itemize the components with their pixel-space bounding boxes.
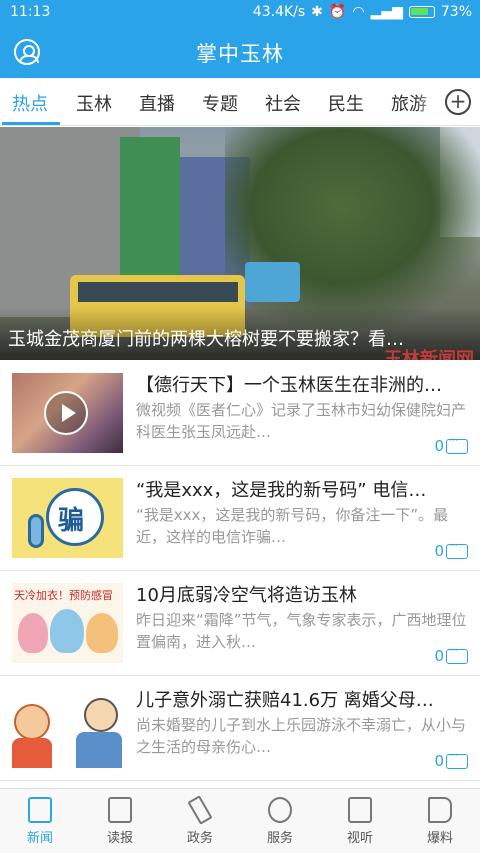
battery-level: 73%: [440, 4, 472, 20]
thumb-label: 天冷加衣！预防感冒: [14, 589, 113, 602]
hero-banner[interactable]: 玉城金茂商厦门前的两棵大榕树要不要搬家？看… 玉林新闻网: [0, 127, 480, 360]
book-icon: [108, 797, 132, 823]
play-icon[interactable]: [44, 391, 88, 435]
comment-icon: [446, 538, 468, 559]
video-camera-icon: [348, 797, 372, 823]
news-icon: [28, 797, 52, 823]
active-tab-indicator: [2, 122, 60, 125]
nav-news-label: 新闻: [26, 831, 53, 846]
alarm-icon: ⏰: [328, 4, 347, 20]
news-thumbnail: [12, 373, 123, 453]
news-thumbnail: 骗: [12, 478, 123, 558]
nav-newspaper-label: 读报: [106, 831, 133, 846]
add-tab-icon[interactable]: +: [445, 89, 471, 115]
tab-society[interactable]: 社会: [265, 90, 301, 116]
comment-count-value: 0: [434, 752, 444, 770]
nav-newspaper[interactable]: 读报: [90, 797, 150, 846]
news-summary: “我是xxx，这是我的新号码，你备注一下”。最近，这样的电信诈骗…: [136, 506, 449, 546]
news-thumbnail: 天冷加衣！预防感冒: [12, 583, 123, 663]
comment-count-value: 0: [434, 437, 444, 455]
news-title: 10月底弱冷空气将造访玉林: [136, 585, 357, 606]
comment-count[interactable]: 0: [434, 748, 468, 770]
category-tabs: 热点 玉林 直播 专题 社会 民生 旅游 +: [0, 78, 480, 126]
news-summary: 微视频《医者仁心》记录了玉林市妇幼保健院妇产科医生张玉凤远赴…: [136, 401, 467, 441]
signal-icon: ▂▄▆: [370, 4, 403, 20]
comment-icon: [446, 748, 468, 769]
comment-count[interactable]: 0: [434, 433, 468, 455]
app-bar: 掌中玉林: [0, 26, 480, 78]
grid-icon: [268, 797, 292, 823]
app-title: 掌中玉林: [196, 42, 284, 66]
status-time: 11:13: [10, 4, 51, 20]
status-indicators: 43.4K/s ✱ ⏰ ◠ ▂▄▆ 73%: [253, 4, 472, 20]
battery-icon: [408, 6, 435, 18]
news-title: “我是xxx，这是我的新号码” 电信…: [136, 480, 427, 501]
news-title: 儿子意外溺亡获赔41.6万 离婚父母…: [136, 690, 434, 711]
tab-yulin[interactable]: 玉林: [76, 90, 112, 116]
nav-services-label: 服务: [266, 831, 293, 846]
news-thumbnail: [12, 688, 123, 768]
nav-media[interactable]: 视听: [330, 797, 390, 846]
nav-report-label: 爆料: [426, 831, 453, 846]
comment-count-value: 0: [434, 647, 444, 665]
nav-report[interactable]: 爆料: [410, 797, 470, 846]
nav-government-label: 政务: [186, 831, 213, 846]
comment-icon: [446, 433, 468, 454]
news-item[interactable]: 【德行天下】一个玉林医生在非洲的… 微视频《医者仁心》记录了玉林市妇幼保健院妇产…: [0, 361, 480, 466]
news-item[interactable]: 天冷加衣！预防感冒 10月底弱冷空气将造访玉林 昨日迎来“霜降”节气，气象专家表…: [0, 571, 480, 676]
comment-count[interactable]: 0: [434, 538, 468, 560]
tabs-fade: [416, 78, 440, 125]
tab-live[interactable]: 直播: [139, 90, 175, 116]
comment-count-value: 0: [434, 542, 444, 560]
hero-watermark: 玉林新闻网: [384, 349, 474, 360]
news-summary: 尚未婚娶的儿子到水上乐园游泳不幸溺亡，从小与之生活的母亲伤心…: [136, 716, 467, 756]
tab-livelihood[interactable]: 民生: [328, 90, 364, 116]
bottom-navigation: 新闻 读报 政务 服务 视听 爆料: [0, 788, 480, 853]
speaker-icon: [428, 797, 452, 823]
gavel-icon: [187, 795, 213, 825]
news-item[interactable]: 骗 “我是xxx，这是我的新号码” 电信… “我是xxx，这是我的新号码，你备注…: [0, 466, 480, 571]
comment-icon: [446, 643, 468, 664]
tab-hot[interactable]: 热点: [12, 90, 48, 116]
tab-topics[interactable]: 专题: [202, 90, 238, 116]
news-item[interactable]: 儿子意外溺亡获赔41.6万 离婚父母… 尚未婚娶的儿子到水上乐园游泳不幸溺亡，从…: [0, 676, 480, 781]
comment-count[interactable]: 0: [434, 643, 468, 665]
network-speed: 43.4K/s: [252, 4, 306, 20]
wifi-icon: ◠: [352, 4, 365, 20]
nav-services[interactable]: 服务: [250, 797, 310, 846]
status-bar: 11:13 43.4K/s ✱ ⏰ ◠ ▂▄▆ 73%: [0, 0, 480, 26]
nav-news[interactable]: 新闻: [10, 797, 70, 846]
news-title: 【德行天下】一个玉林医生在非洲的…: [136, 375, 442, 396]
bluetooth-icon: ✱: [311, 4, 323, 20]
news-summary: 昨日迎来“霜降”节气，气象专家表示，广西地理位置偏南，进入秋…: [136, 611, 467, 651]
thumb-label: 骗: [58, 506, 85, 536]
nav-government[interactable]: 政务: [170, 795, 230, 846]
nav-media-label: 视听: [346, 831, 373, 846]
